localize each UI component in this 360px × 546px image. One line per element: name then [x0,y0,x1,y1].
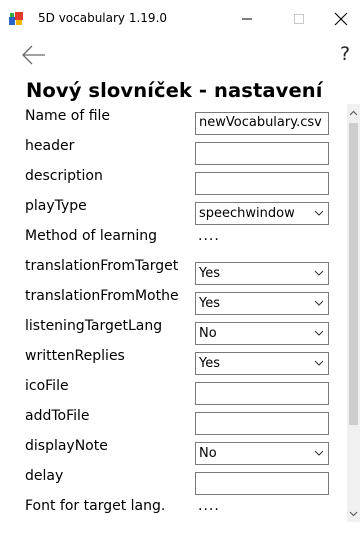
description-input[interactable] [195,172,329,195]
chevron-down-icon [314,360,324,366]
row-delay: delay [0,464,346,495]
chevron-down-icon [314,270,324,276]
listening-target-lang-value: No [199,326,217,341]
chevron-down-icon [314,210,324,216]
maximize-button[interactable] [276,0,322,38]
play-type-select[interactable]: speechwindow [195,202,329,225]
name-of-file-input[interactable]: newVocabulary.csv [195,112,329,135]
row-display-note: displayNote No [0,434,346,465]
app-icon [9,12,23,25]
written-replies-value: Yes [199,356,220,371]
listening-target-lang-select[interactable]: No [195,322,329,345]
translation-from-mother-value: Yes [199,296,220,311]
translation-from-mother-select[interactable]: Yes [195,292,329,315]
written-replies-select[interactable]: Yes [195,352,329,375]
row-written-replies: writtenReplies Yes [0,344,346,375]
delay-input[interactable] [195,472,329,495]
maximize-icon [294,14,304,24]
description-label: description [25,168,103,184]
chevron-up-icon [349,110,358,115]
delay-label: delay [25,468,64,484]
name-of-file-label: Name of file [25,108,111,124]
title-bar: 5D vocabulary 1.19.0 [0,0,360,38]
ico-file-input[interactable] [195,382,329,405]
written-replies-label: writtenReplies [25,348,125,364]
ico-file-label: icoFile [25,378,69,394]
back-arrow-icon [22,45,45,65]
window-title: 5D vocabulary 1.19.0 [38,11,168,25]
translation-from-target-label: translationFromTarget [25,258,179,274]
scroll-thumb[interactable] [349,123,358,425]
font-for-target-lang-label: Font for target lang. [25,498,166,514]
help-button[interactable]: ? [340,43,350,65]
minimize-button[interactable] [224,0,270,38]
row-header: header [0,134,346,165]
add-to-file-input[interactable] [195,412,329,435]
chevron-down-icon [349,511,358,516]
header-label: header [25,138,75,154]
display-note-select[interactable]: No [195,442,329,465]
row-translation-from-target: translationFromTarget Yes [0,254,346,285]
minimize-icon [242,18,252,20]
close-icon [334,12,348,26]
translation-from-target-value: Yes [199,266,220,281]
back-button[interactable] [20,42,48,68]
scroll-down-button[interactable] [347,504,360,522]
page-title: Nový slovníček - nastavení [26,79,323,102]
row-description: description [0,164,346,195]
row-play-type: playType speechwindow [0,194,346,225]
chevron-down-icon [314,300,324,306]
close-button[interactable] [318,0,360,38]
row-method-of-learning: Method of learning .... [0,224,346,254]
chevron-down-icon [314,450,324,456]
add-to-file-label: addToFile [25,408,90,424]
display-note-label: displayNote [25,438,108,454]
translation-from-target-select[interactable]: Yes [195,262,329,285]
font-for-target-lang-button[interactable]: .... [198,498,220,514]
row-font-for-target-lang: Font for target lang. .... [0,494,346,524]
row-listening-target-lang: listeningTargetLang No [0,314,346,345]
method-of-learning-button[interactable]: .... [198,228,220,244]
play-type-value: speechwindow [199,206,295,221]
play-type-label: playType [25,198,87,214]
translation-from-mother-label: translationFromMothe [25,288,179,304]
vertical-scrollbar[interactable] [347,104,360,522]
listening-target-lang-label: listeningTargetLang [25,318,163,334]
row-ico-file: icoFile [0,374,346,405]
row-name-of-file: Name of file newVocabulary.csv [0,104,346,135]
row-translation-from-mother: translationFromMothe Yes [0,284,346,315]
method-of-learning-label: Method of learning [25,228,158,244]
display-note-value: No [199,446,217,461]
chevron-down-icon [314,330,324,336]
scroll-up-button[interactable] [347,104,360,122]
header-input[interactable] [195,142,329,165]
row-add-to-file: addToFile [0,404,346,435]
settings-form: Name of file newVocabulary.csv header de… [0,104,346,524]
